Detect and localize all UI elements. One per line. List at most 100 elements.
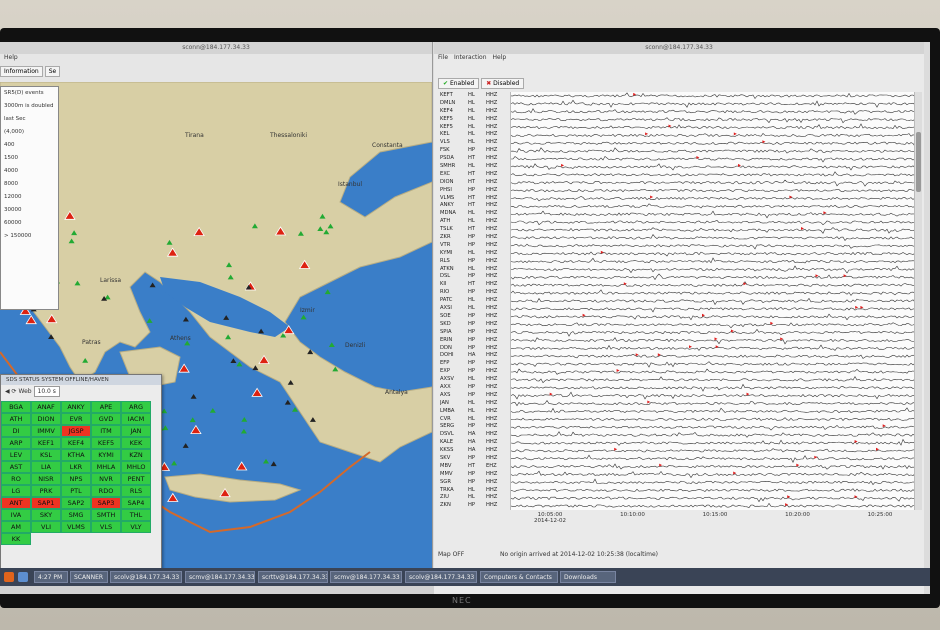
station-row[interactable]: SMHR HL HHZ <box>440 163 508 171</box>
station-cell[interactable]: PENT <box>121 473 151 485</box>
tab-information[interactable]: Information <box>0 66 43 77</box>
station-cell[interactable]: BGA <box>1 401 31 413</box>
taskbar-item[interactable]: scolv@184.177.34.33 <box>405 571 477 583</box>
station-cell[interactable]: MHLO <box>121 461 151 473</box>
station-row[interactable]: ZKN HP HHZ <box>440 502 508 510</box>
station-cell[interactable]: RO <box>1 473 31 485</box>
station-cell[interactable]: KK <box>1 533 31 545</box>
station-cell[interactable]: SAP2 <box>61 497 91 509</box>
station-cell[interactable]: DION <box>31 413 61 425</box>
station-cell[interactable]: NPS <box>61 473 91 485</box>
station-row[interactable]: AXS HP HHZ <box>440 392 508 400</box>
station-cell[interactable]: LEV <box>1 449 31 461</box>
station-row[interactable]: CVR HL HHZ <box>440 416 508 424</box>
station-cell[interactable]: ATH <box>1 413 31 425</box>
menu-help[interactable]: Help <box>492 54 506 61</box>
station-row[interactable]: EXC HT HHZ <box>440 171 508 179</box>
station-cell[interactable]: PTL <box>61 485 91 497</box>
station-row[interactable]: DSL HP HHZ <box>440 273 508 281</box>
station-row[interactable]: PHSI HP HHZ <box>440 187 508 195</box>
station-cell[interactable]: IACM <box>121 413 151 425</box>
taskbar-item[interactable]: 4:27 PM <box>34 571 68 583</box>
taskbar-item[interactable]: Downloads <box>560 571 616 583</box>
station-cell[interactable]: KTHA <box>61 449 91 461</box>
station-cell[interactable]: KZN <box>121 449 151 461</box>
station-cell[interactable]: KEF5 <box>91 437 121 449</box>
menu-interaction[interactable]: Interaction <box>454 54 487 61</box>
station-row[interactable]: KYMI HL HHZ <box>440 250 508 258</box>
station-cell[interactable]: ANAF <box>31 401 61 413</box>
tab-se[interactable]: Se <box>44 66 61 77</box>
menu-file[interactable]: File <box>438 54 448 61</box>
station-row[interactable]: ANKY HT HHZ <box>440 202 508 210</box>
station-cell[interactable]: EVR <box>61 413 91 425</box>
station-cell[interactable]: AST <box>1 461 31 473</box>
back-icon[interactable]: ◀ <box>5 388 10 395</box>
station-cell[interactable]: SAP4 <box>121 497 151 509</box>
station-cell[interactable]: RDO <box>91 485 121 497</box>
station-cell[interactable]: SAP1 <box>31 497 61 509</box>
station-row[interactable]: KEL HL HHZ <box>440 131 508 139</box>
station-cell[interactable]: GVD <box>91 413 121 425</box>
station-cell[interactable]: VLI <box>31 521 61 533</box>
station-row[interactable]: SPIA HP HHZ <box>440 329 508 337</box>
station-row[interactable]: VLMS HT HHZ <box>440 195 508 203</box>
station-row[interactable]: MBV HT EHZ <box>440 463 508 471</box>
station-cell[interactable]: IMMV <box>31 425 61 437</box>
taskbar-item[interactable]: scolv@184.177.34.33 <box>110 571 182 583</box>
station-cell[interactable]: PRK <box>31 485 61 497</box>
station-row[interactable]: EFP HP HHZ <box>440 360 508 368</box>
station-cell[interactable]: DI <box>1 425 31 437</box>
station-row[interactable]: SERG HP HHZ <box>440 423 508 431</box>
station-cell[interactable]: ARG <box>121 401 151 413</box>
station-cell[interactable]: VLS <box>91 521 121 533</box>
station-row[interactable]: VLS HL HHZ <box>440 139 508 147</box>
station-row[interactable]: TSLK HT HHZ <box>440 226 508 234</box>
station-row[interactable]: FSK HP HHZ <box>440 147 508 155</box>
station-cell[interactable]: RLS <box>121 485 151 497</box>
station-row[interactable]: KEF5 HL HHZ <box>440 116 508 124</box>
station-row[interactable]: PSDA HT HHZ <box>440 155 508 163</box>
station-cell[interactable]: IVA <box>1 509 31 521</box>
station-row[interactable]: SKV HP HHZ <box>440 455 508 463</box>
station-row[interactable]: JAN HL HHZ <box>440 400 508 408</box>
station-row[interactable]: AXSV HL HHZ <box>440 376 508 384</box>
station-cell[interactable]: KYMI <box>91 449 121 461</box>
station-cell[interactable]: LKR <box>61 461 91 473</box>
zoom-field[interactable]: 10.0 s <box>33 386 60 397</box>
station-row[interactable]: DSVL HA HHZ <box>440 431 508 439</box>
station-row[interactable]: TRKA HL HHZ <box>440 487 508 495</box>
station-row[interactable]: RLS HP HHZ <box>440 258 508 266</box>
tab-enabled[interactable]: ✔ Enabled <box>438 78 480 89</box>
taskbar-item[interactable]: scrttv@184.177.34.33 <box>258 571 328 583</box>
station-cell[interactable]: SKY <box>31 509 61 521</box>
scrollbar-thumb[interactable] <box>916 132 921 192</box>
station-row[interactable]: DION HT HHZ <box>440 179 508 187</box>
station-row[interactable]: PATC HL HHZ <box>440 297 508 305</box>
taskbar-item[interactable]: scmv@184.177.34.33 <box>330 571 402 583</box>
station-cell[interactable]: KEF4 <box>61 437 91 449</box>
station-cell[interactable]: KEF1 <box>31 437 61 449</box>
station-row[interactable]: SKD HP HHZ <box>440 321 508 329</box>
station-cell[interactable]: APE <box>91 401 121 413</box>
station-row[interactable]: DOHI HA HHZ <box>440 352 508 360</box>
station-cell[interactable]: AM <box>1 521 31 533</box>
station-cell[interactable]: VLY <box>121 521 151 533</box>
station-row[interactable]: EXP HP HHZ <box>440 368 508 376</box>
station-cell[interactable]: JAN <box>121 425 151 437</box>
station-cell[interactable]: SMG <box>61 509 91 521</box>
station-row[interactable]: KII HT HHZ <box>440 281 508 289</box>
station-status-window[interactable]: SDS STATUS SYSTEM OFFLINE/HAVEN ◀ ⟳ Web … <box>0 374 162 594</box>
station-row[interactable]: SGR HP HHZ <box>440 479 508 487</box>
station-row[interactable]: ZIU HL HHZ <box>440 494 508 502</box>
station-cell[interactable]: ARP <box>1 437 31 449</box>
station-cell[interactable]: ANKY <box>61 401 91 413</box>
station-cell[interactable]: NVR <box>91 473 121 485</box>
station-row[interactable]: ATKN HL HHZ <box>440 266 508 274</box>
station-row[interactable]: SOE HP HHZ <box>440 313 508 321</box>
station-row[interactable]: VTR HP HHZ <box>440 242 508 250</box>
refresh-icon[interactable]: ⟳ <box>12 388 17 395</box>
station-row[interactable]: KEF5 HL HHZ <box>440 124 508 132</box>
station-row[interactable]: KALE HA HHZ <box>440 439 508 447</box>
tab-disabled[interactable]: ✖ Disabled <box>481 78 525 89</box>
